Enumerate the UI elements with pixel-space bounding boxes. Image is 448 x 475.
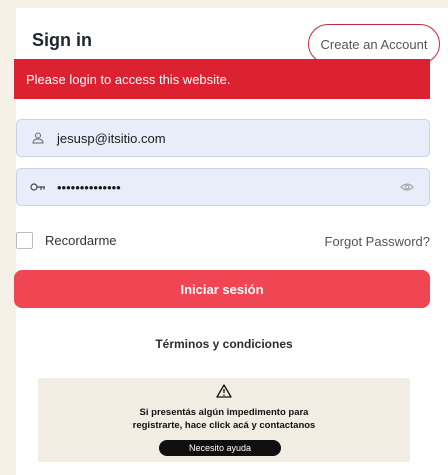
help-text-line-2: registrarte, hace click acá y contactano… xyxy=(132,420,316,431)
help-box: Si presentás algún impedimento para regi… xyxy=(38,378,410,462)
email-value: jesusp@itsitio.com xyxy=(57,130,166,146)
remember-me[interactable]: Recordarme xyxy=(16,232,117,249)
terms-link[interactable]: Términos y condiciones xyxy=(0,337,448,351)
user-icon xyxy=(29,132,47,144)
password-field[interactable]: •••••••••••••• xyxy=(16,168,430,206)
page-title: Sign in xyxy=(32,30,92,50)
password-value: •••••••••••••• xyxy=(57,179,121,195)
create-account-button[interactable]: Create an Account xyxy=(308,24,440,64)
need-help-button[interactable]: Necesito ayuda xyxy=(159,440,281,456)
remember-checkbox[interactable] xyxy=(16,232,33,249)
remember-label: Recordarme xyxy=(45,233,117,248)
help-text-line-1: Si presentás algún impedimento para xyxy=(139,407,309,418)
email-field[interactable]: jesusp@itsitio.com xyxy=(16,119,430,157)
warning-icon xyxy=(216,384,232,403)
key-icon xyxy=(29,182,47,192)
login-alert: Please login to access this website. xyxy=(14,59,430,99)
sign-in-button[interactable]: Iniciar sesión xyxy=(14,270,430,308)
forgot-password-link[interactable]: Forgot Password? xyxy=(325,234,431,249)
eye-icon[interactable] xyxy=(397,182,417,192)
